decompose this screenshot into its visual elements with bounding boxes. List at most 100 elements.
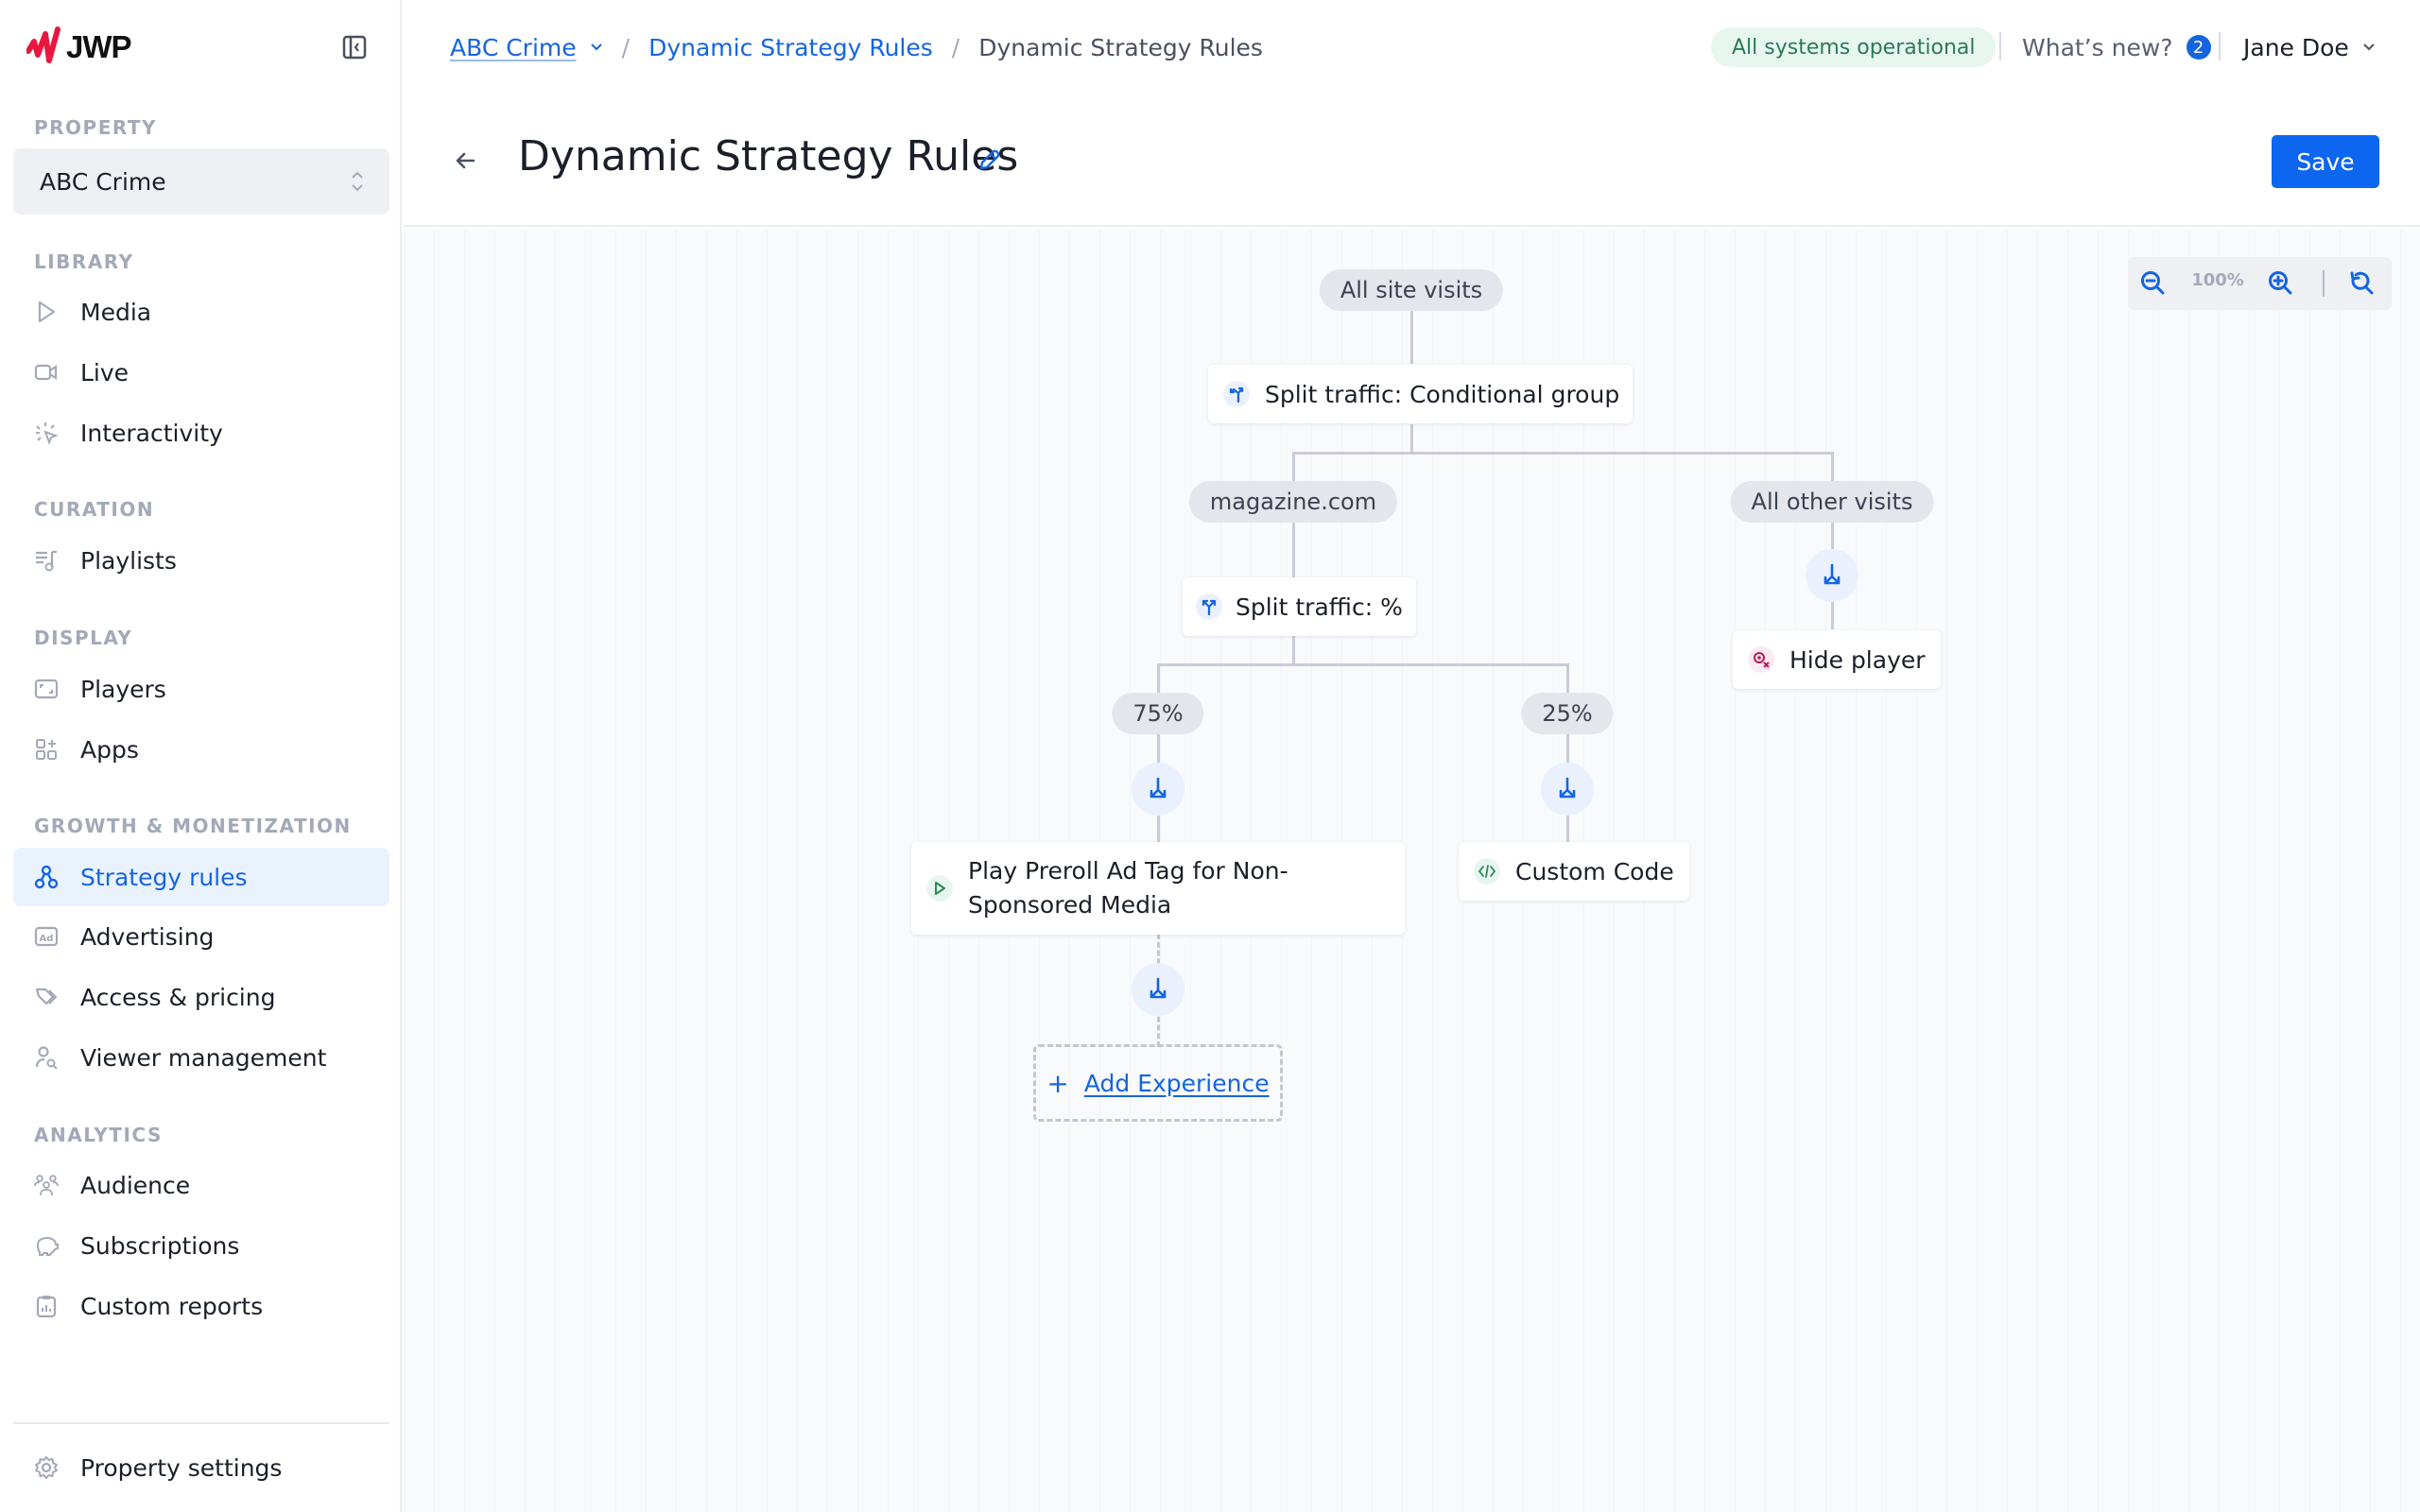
merge-junction[interactable]: [1132, 963, 1184, 1016]
connector-line: [1292, 452, 1295, 482]
percent-pill-75[interactable]: 75%: [1112, 693, 1204, 734]
system-status-badge[interactable]: All systems operational: [1711, 27, 1996, 67]
property-select[interactable]: ABC Crime: [13, 148, 389, 215]
tags-icon: [35, 988, 58, 1005]
sidebar-item-custom-reports[interactable]: Custom reports: [13, 1277, 389, 1335]
split-node-conditional-group[interactable]: Split traffic: Conditional group: [1208, 365, 1634, 423]
percent-pill-25[interactable]: 25%: [1521, 693, 1614, 734]
sidebar-item-access-pricing[interactable]: Access & pricing: [13, 968, 389, 1026]
apps-grid-icon: [36, 739, 57, 760]
sidebar-item-property-settings[interactable]: Property settings: [13, 1438, 389, 1497]
chevron-down-icon[interactable]: [590, 43, 603, 52]
sidebar-item-subscriptions[interactable]: Subscriptions: [13, 1216, 389, 1275]
sidebar-item-label: Interactivity: [80, 419, 223, 447]
pencil-icon[interactable]: [976, 147, 1002, 174]
sidebar-item-advertising[interactable]: Ad Advertising: [13, 907, 389, 966]
sidebar-item-label: Players: [80, 675, 166, 703]
connector-line: [1292, 635, 1295, 666]
clipboard-chart-icon: [36, 1296, 57, 1318]
connector-line: [1831, 452, 1834, 482]
condition-pill-all-other-visits[interactable]: All other visits: [1730, 481, 1934, 523]
sidebar-item-playlists[interactable]: Playlists: [13, 531, 389, 590]
sidebar-divider: [13, 1422, 389, 1424]
user-search-icon: [35, 1046, 58, 1070]
experience-label-line: Play Preroll Ad Tag for Non-: [968, 857, 1288, 885]
experience-label: Hide player: [1789, 645, 1926, 674]
sidebar-item-viewer-management[interactable]: Viewer management: [13, 1028, 389, 1087]
whats-new-link[interactable]: What’s new? 2: [2022, 28, 2211, 66]
sidebar-item-label: Live: [80, 358, 130, 387]
user-name: Jane Doe: [2243, 33, 2349, 61]
split-node-label: Split traffic: Conditional group: [1265, 380, 1620, 408]
sidebar-item-label: Viewer management: [80, 1043, 327, 1072]
zoom-in-icon[interactable]: [2267, 269, 2295, 298]
sidebar-item-players[interactable]: Players: [13, 660, 389, 718]
section-label-growth: GROWTH & MONETIZATION: [34, 815, 352, 837]
experience-node-hide-player[interactable]: Hide player: [1733, 630, 1941, 689]
sidebar-item-label: Subscriptions: [80, 1231, 240, 1260]
property-select-value: ABC Crime: [40, 167, 166, 196]
section-label-library: LIBRARY: [34, 250, 134, 273]
connector-line: [1566, 663, 1569, 694]
breadcrumb-current: Dynamic Strategy Rules: [978, 33, 1263, 61]
sidebar-item-label: Access & pricing: [80, 983, 276, 1011]
section-label-analytics: ANALYTICS: [34, 1124, 163, 1146]
add-experience-link[interactable]: Add Experience: [1084, 1070, 1270, 1097]
sidebar-item-label: Custom reports: [80, 1292, 264, 1320]
play-experience-icon: [926, 875, 953, 902]
merge-junction[interactable]: [1132, 763, 1184, 816]
reset-zoom-icon[interactable]: [2348, 269, 2377, 298]
breadcrumb-rules-link[interactable]: Dynamic Strategy Rules: [648, 34, 933, 61]
connector-line: [1292, 452, 1834, 455]
whats-new-label: What’s new?: [2022, 33, 2173, 61]
plus-icon: +: [1046, 1067, 1069, 1099]
split-conditional-icon: [1223, 381, 1250, 407]
zoom-out-icon[interactable]: [2139, 269, 2168, 298]
ad-icon: Ad: [34, 926, 59, 947]
header-divider: [1999, 32, 2001, 60]
save-button[interactable]: Save: [2272, 135, 2379, 188]
jwp-logo[interactable]: JWP: [26, 26, 132, 68]
hide-player-icon: [1748, 646, 1774, 673]
sidebar-item-apps[interactable]: Apps: [13, 720, 389, 779]
section-label-display: DISPLAY: [34, 627, 133, 649]
condition-pill-magazine[interactable]: magazine.com: [1188, 481, 1398, 523]
root-node-all-site-visits[interactable]: All site visits: [1319, 269, 1504, 311]
sidebar-item-label: Property settings: [80, 1453, 283, 1482]
sidebar-item-interactivity[interactable]: Interactivity: [13, 404, 389, 462]
collapse-sidebar-icon[interactable]: [342, 35, 367, 60]
chevron-down-icon: [2363, 43, 2375, 51]
breadcrumb-separator: /: [951, 33, 960, 61]
split-arrows-icon: [1559, 777, 1576, 799]
add-experience-button[interactable]: + Add Experience: [1033, 1044, 1283, 1122]
chevron-up-down-icon: [352, 171, 363, 192]
split-node-percentage[interactable]: Split traffic: %: [1183, 577, 1416, 636]
sidebar-item-label: Strategy rules: [80, 863, 248, 891]
hierarchy-icon: [34, 865, 59, 889]
breadcrumb: ABC Crime / Dynamic Strategy Rules / Dyn…: [450, 28, 1263, 66]
experience-label-line: Sponsored Media: [968, 891, 1172, 919]
user-menu[interactable]: Jane Doe: [2243, 28, 2376, 66]
playlist-icon: [36, 550, 57, 572]
sidebar-item-media[interactable]: Media: [13, 283, 389, 341]
click-sparkle-icon: [36, 422, 59, 445]
jwp-logo-icon: [26, 26, 60, 63]
merge-junction[interactable]: [1541, 763, 1594, 816]
sidebar-item-live[interactable]: Live: [13, 343, 389, 402]
back-arrow-icon[interactable]: [451, 146, 479, 175]
top-bar: ABC Crime / Dynamic Strategy Rules / Dyn…: [404, 0, 2420, 227]
page-title: Dynamic Strategy Rules: [518, 132, 1019, 180]
sidebar-item-label: Media: [80, 298, 152, 326]
connector-line: [1410, 311, 1413, 364]
users-icon: [34, 1175, 59, 1196]
split-arrows-icon: [1150, 977, 1167, 999]
experience-node-custom-code[interactable]: Custom Code: [1459, 842, 1689, 901]
sidebar-item-strategy-rules[interactable]: Strategy rules: [13, 848, 389, 906]
zoom-controls: 100%: [2128, 257, 2392, 310]
breadcrumb-property-link[interactable]: ABC Crime: [450, 34, 577, 61]
merge-junction[interactable]: [1806, 549, 1858, 602]
zoom-divider: [2323, 270, 2325, 297]
player-frame-icon: [34, 679, 59, 699]
sidebar-item-audience[interactable]: Audience: [13, 1156, 389, 1214]
experience-node-preroll[interactable]: Play Preroll Ad Tag for Non- Sponsored M…: [911, 842, 1405, 935]
